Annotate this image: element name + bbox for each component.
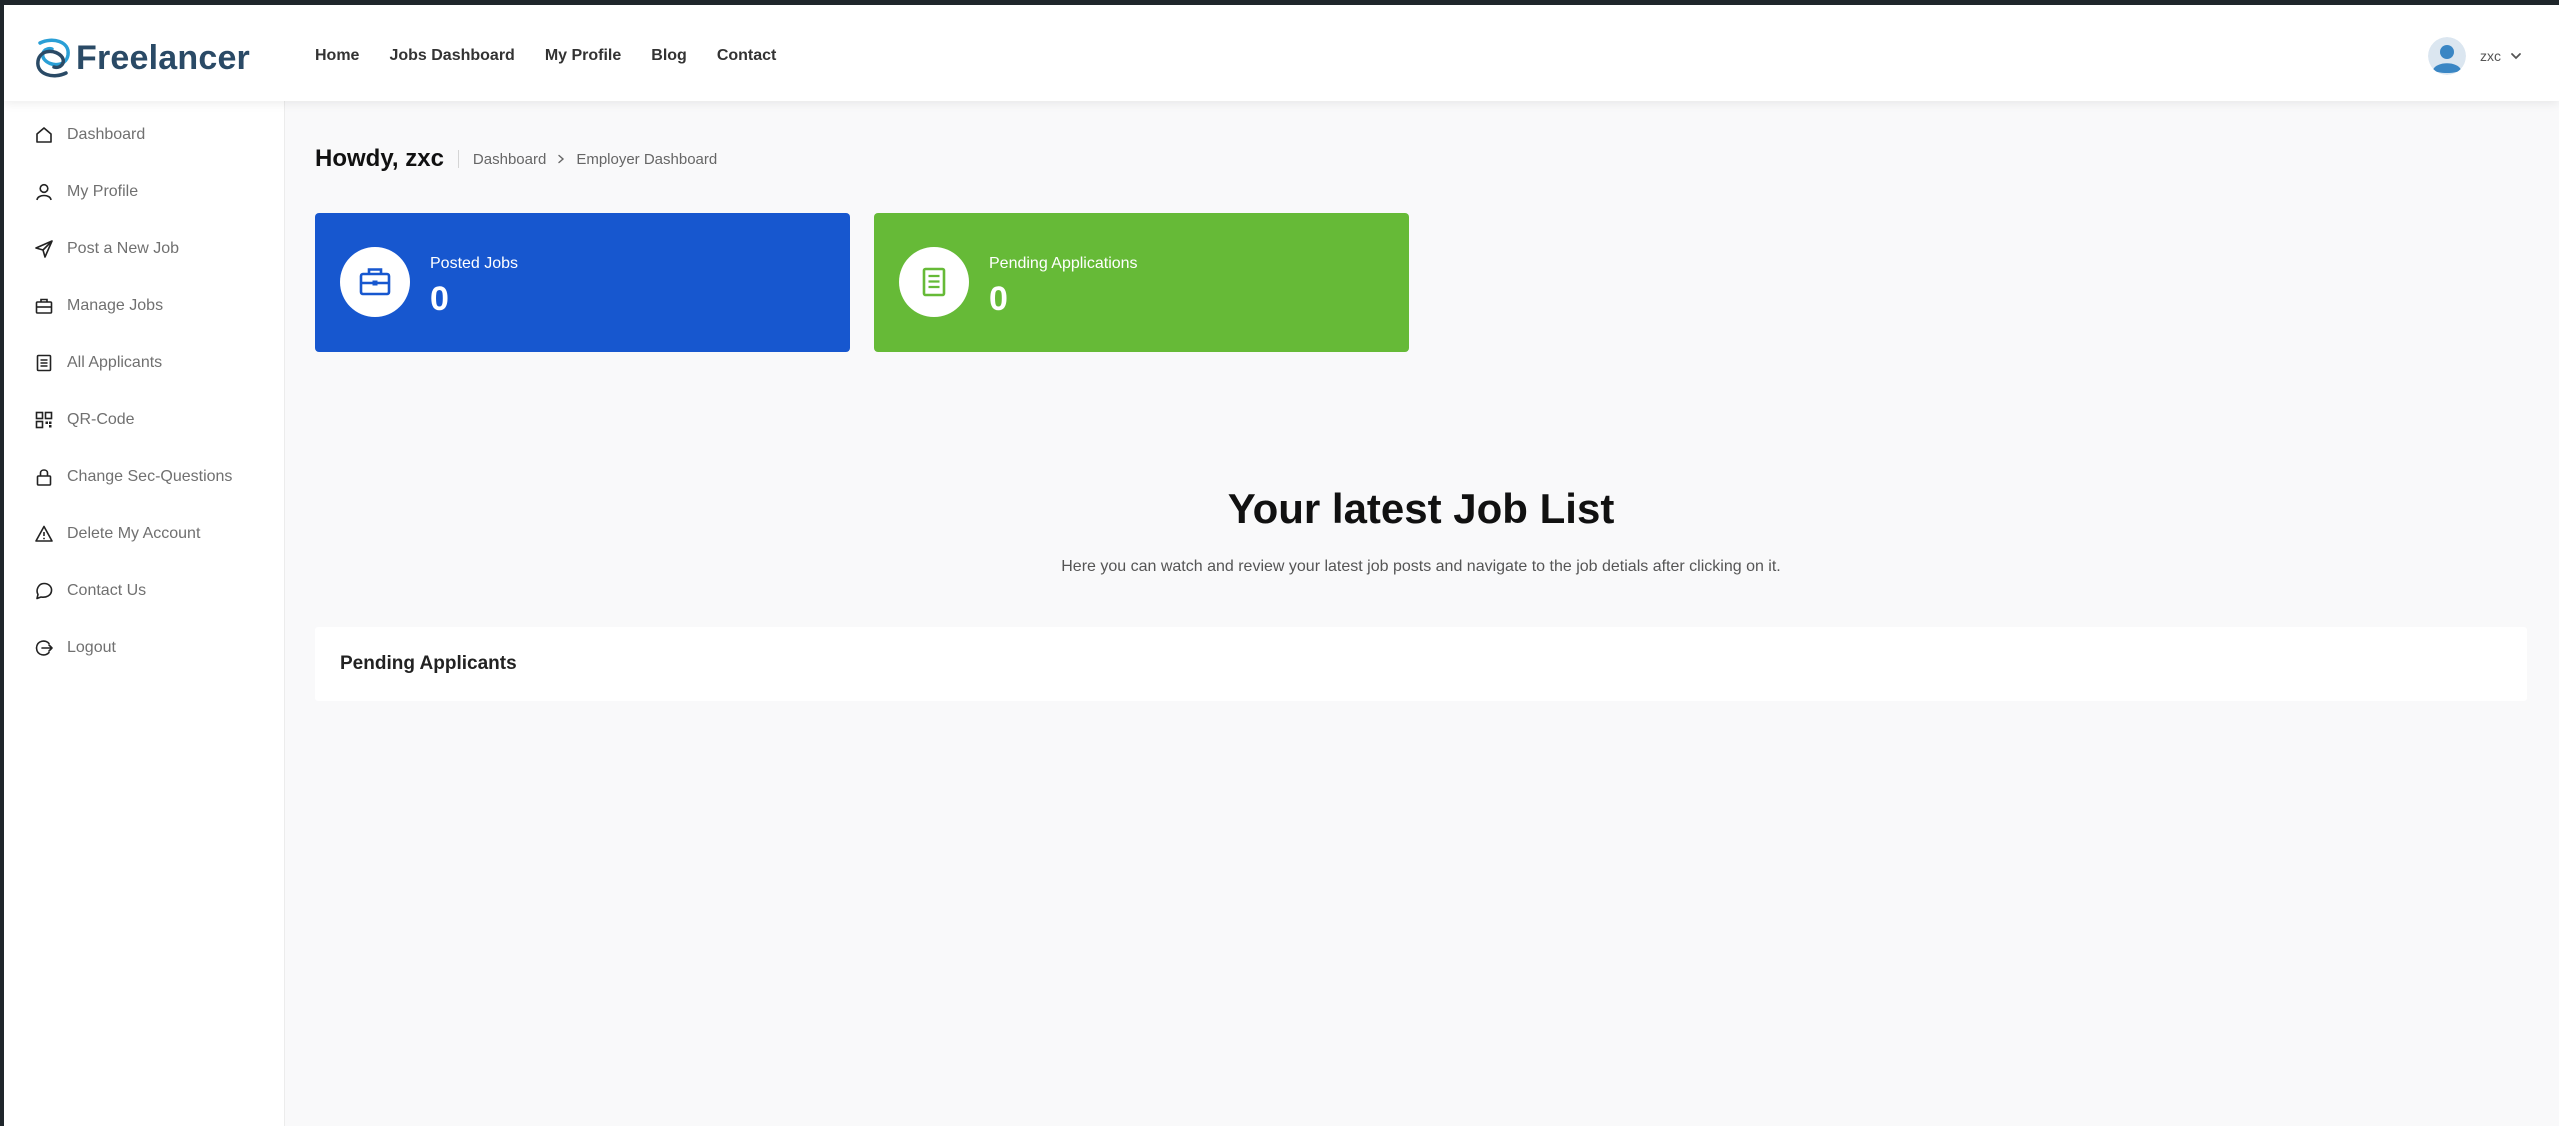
- avatar: [2428, 37, 2466, 75]
- pending-applicants-heading: Pending Applicants: [340, 653, 517, 674]
- nav-my-profile[interactable]: My Profile: [545, 47, 621, 65]
- sidebar-item-all-applicants[interactable]: All Applicants: [34, 349, 162, 377]
- document-icon: [36, 354, 52, 372]
- posted-jobs-icon-circle: [340, 247, 410, 317]
- qr-code-icon: [35, 411, 53, 429]
- sidebar-item-label: Delete My Account: [67, 525, 201, 542]
- pending-applications-label: Pending Applications: [989, 255, 1138, 272]
- chevron-right-icon: [558, 154, 565, 164]
- posted-jobs-label: Posted Jobs: [430, 255, 519, 272]
- sidebar-item-label: Manage Jobs: [67, 297, 164, 314]
- nav-blog[interactable]: Blog: [651, 47, 687, 65]
- brand-name: Freelancer: [76, 38, 250, 77]
- nav-contact[interactable]: Contact: [717, 47, 777, 65]
- chevron-down-icon: [2511, 53, 2521, 60]
- top-header: Freelancer Home Jobs Dashboard My Profil…: [4, 5, 2559, 101]
- user-icon: [36, 183, 52, 201]
- sidebar-item-label: Post a New Job: [67, 240, 180, 257]
- chat-icon: [36, 582, 53, 600]
- nav-home[interactable]: Home: [315, 47, 359, 65]
- sidebar-item-post-job[interactable]: Post a New Job: [34, 235, 179, 263]
- app-window: Freelancer Home Jobs Dashboard My Profil…: [4, 5, 2559, 1126]
- home-icon: [36, 127, 52, 143]
- briefcase-icon: [35, 298, 53, 314]
- sidebar-item-label: Dashboard: [67, 126, 146, 143]
- send-icon: [35, 240, 53, 258]
- lock-icon: [36, 469, 52, 486]
- pending-applicants-panel: Pending Applicants: [315, 627, 2527, 701]
- logout-icon: [35, 640, 53, 656]
- posted-jobs-card: Posted Jobs 0: [315, 213, 850, 352]
- sidebar-item-label: Change Sec-Questions: [67, 468, 233, 485]
- logo-icon: [36, 38, 70, 78]
- briefcase-icon: [359, 268, 391, 296]
- sidebar-item-dashboard[interactable]: Dashboard: [34, 121, 145, 149]
- breadcrumb-employer-dashboard: Employer Dashboard: [576, 150, 718, 168]
- user-menu[interactable]: zxc: [2428, 37, 2523, 75]
- divider: [457, 150, 459, 168]
- sidebar-item-my-profile[interactable]: My Profile: [34, 178, 138, 206]
- logo[interactable]: Freelancer: [32, 35, 250, 81]
- main-nav: Home Jobs Dashboard My Profile Blog Cont…: [315, 47, 806, 65]
- pending-applications-card: Pending Applications 0: [874, 213, 1409, 352]
- sidebar-item-contact-us[interactable]: Contact Us: [34, 577, 146, 605]
- sidebar-item-label: Contact Us: [67, 582, 147, 599]
- sidebar-item-label: Logout: [67, 639, 116, 656]
- sidebar: Dashboard My Profile Post a New Job Mana…: [4, 101, 285, 1126]
- warning-icon: [35, 525, 53, 542]
- sidebar-item-qr-code[interactable]: QR-Code: [34, 406, 135, 434]
- pending-applications-icon-circle: [899, 247, 969, 317]
- sidebar-item-logout[interactable]: Logout: [34, 634, 116, 662]
- breadcrumb-dashboard[interactable]: Dashboard: [473, 151, 546, 168]
- sidebar-item-change-sec-questions[interactable]: Change Sec-Questions: [34, 463, 232, 491]
- sidebar-item-manage-jobs[interactable]: Manage Jobs: [34, 292, 163, 320]
- page-title: Howdy, zxc: [315, 145, 444, 172]
- sidebar-item-delete-account[interactable]: Delete My Account: [34, 520, 200, 548]
- sidebar-item-label: QR-Code: [67, 411, 135, 428]
- document-icon: [922, 267, 946, 297]
- nav-jobs-dashboard[interactable]: Jobs Dashboard: [389, 47, 514, 65]
- sidebar-item-label: My Profile: [67, 183, 139, 200]
- sidebar-item-label: All Applicants: [67, 354, 163, 371]
- page-header: Howdy, zxc Dashboard Employer Dashboard: [315, 145, 717, 173]
- posted-jobs-count: 0: [430, 280, 449, 318]
- pending-applications-count: 0: [989, 280, 1008, 318]
- latest-jobs-description: Here you can watch and review your lates…: [1061, 558, 1781, 575]
- user-name: zxc: [2480, 48, 2501, 64]
- latest-jobs-heading: Your latest Job List: [1227, 485, 1615, 532]
